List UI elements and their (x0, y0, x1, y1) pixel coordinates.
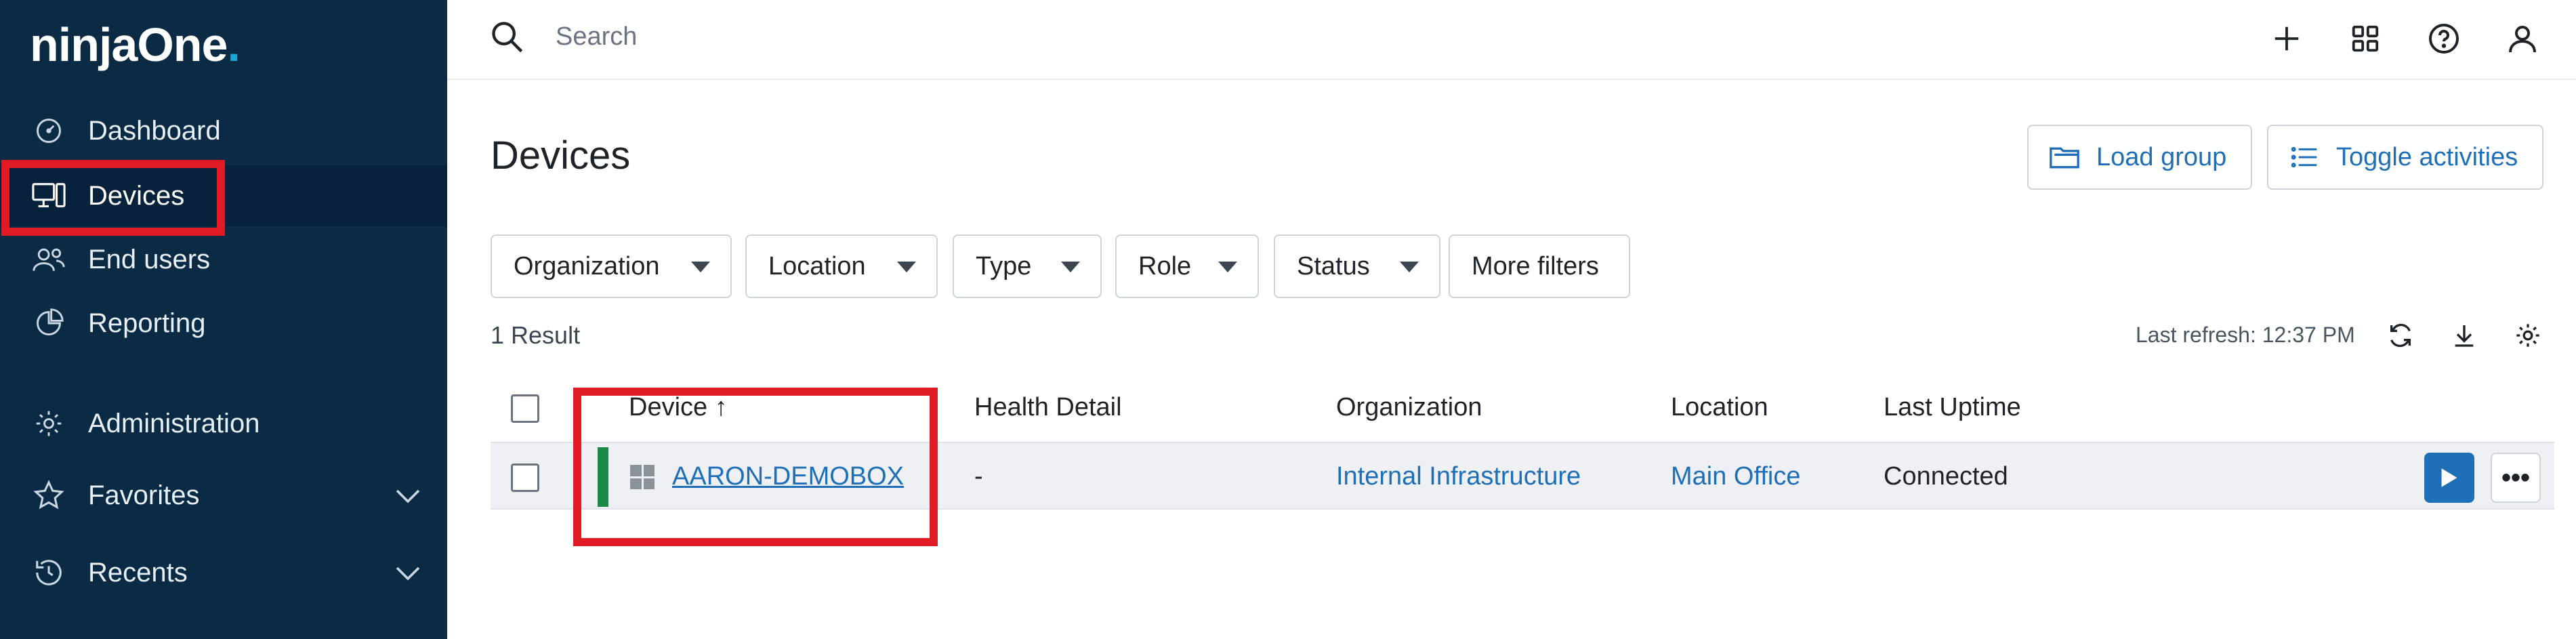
caret-down-icon (1061, 262, 1080, 272)
search-input[interactable] (556, 16, 1775, 57)
filter-label: Type (976, 251, 1032, 281)
select-all-checkbox[interactable] (511, 394, 539, 423)
page-title: Devices (491, 133, 631, 178)
sidebar: ninjaOne. Dashboard Devices End users Re… (0, 0, 447, 639)
last-uptime-cell: Connected (1884, 462, 2008, 491)
gear-icon (31, 406, 66, 441)
play-icon (2441, 468, 2457, 487)
sidebar-item-favorites[interactable]: Favorites (0, 465, 447, 526)
caret-down-icon (691, 262, 710, 272)
search-icon (489, 19, 524, 54)
sidebar-item-label: Recents (88, 557, 188, 588)
result-count: 1 Result (491, 321, 581, 349)
ellipsis-icon: ••• (2501, 462, 2530, 493)
apps-grid-icon[interactable] (2346, 19, 2385, 58)
dashboard-icon (31, 113, 66, 148)
plus-icon[interactable] (2267, 19, 2306, 58)
sidebar-item-administration[interactable]: Administration (0, 393, 447, 454)
filter-label: Status (1297, 251, 1370, 281)
health-detail-cell: - (974, 462, 983, 491)
sidebar-item-reporting[interactable]: Reporting (0, 293, 447, 354)
column-header-health-detail[interactable]: Health Detail (974, 393, 1122, 422)
more-options-button[interactable]: ••• (2491, 453, 2541, 503)
reporting-icon (31, 306, 66, 341)
highlight-box-devices (1, 160, 225, 236)
user-icon[interactable] (2503, 19, 2542, 58)
users-icon (31, 242, 66, 277)
run-action-button[interactable] (2424, 453, 2474, 503)
help-icon[interactable] (2424, 19, 2464, 58)
chevron-down-icon[interactable] (396, 558, 420, 588)
more-filters-button[interactable]: More filters (1449, 234, 1630, 298)
row-checkbox[interactable] (511, 463, 539, 492)
caret-down-icon (1218, 262, 1237, 272)
filter-type[interactable]: Type (953, 234, 1102, 298)
sidebar-item-label: Reporting (88, 308, 206, 338)
sidebar-item-label: Administration (88, 408, 260, 438)
column-header-organization[interactable]: Organization (1336, 393, 1482, 422)
chevron-down-icon[interactable] (396, 480, 420, 511)
load-group-label: Load group (2096, 142, 2227, 171)
ninjaone-logo[interactable]: ninjaOne. (30, 18, 241, 72)
filter-location[interactable]: Location (745, 234, 938, 298)
column-header-last-uptime[interactable]: Last Uptime (1884, 393, 2021, 422)
history-icon (31, 555, 66, 590)
sidebar-item-end-users[interactable]: End users (0, 229, 447, 290)
star-icon (31, 478, 66, 513)
highlight-box-device (573, 388, 938, 546)
folder-icon (2049, 142, 2080, 173)
refresh-icon[interactable] (2384, 318, 2417, 352)
caret-down-icon (897, 262, 916, 272)
top-bar (447, 0, 2576, 80)
caret-down-icon (1400, 262, 1419, 272)
last-refresh-text: Last refresh: 12:37 PM (2136, 323, 2355, 347)
sidebar-item-dashboard[interactable]: Dashboard (0, 100, 447, 161)
sidebar-item-label: End users (88, 244, 211, 274)
filter-label: Location (768, 251, 866, 281)
toggle-activities-label: Toggle activities (2336, 142, 2518, 171)
organization-link[interactable]: Internal Infrastructure (1336, 462, 1581, 491)
sidebar-item-label: Dashboard (88, 115, 221, 146)
column-header-location[interactable]: Location (1671, 393, 1768, 422)
settings-gear-icon[interactable] (2511, 318, 2545, 352)
more-filters-label: More filters (1472, 251, 1599, 281)
location-link[interactable]: Main Office (1671, 462, 1800, 491)
filter-label: Organization (514, 251, 660, 281)
filter-label: Role (1138, 251, 1192, 281)
download-icon[interactable] (2447, 318, 2481, 352)
list-icon (2289, 142, 2320, 173)
filter-organization[interactable]: Organization (491, 234, 732, 298)
sidebar-item-label: Favorites (88, 480, 200, 510)
load-group-button[interactable]: Load group (2027, 125, 2253, 190)
toggle-activities-button[interactable]: Toggle activities (2267, 125, 2544, 190)
filter-role[interactable]: Role (1115, 234, 1259, 298)
filter-status[interactable]: Status (1274, 234, 1440, 298)
sidebar-item-recents[interactable]: Recents (0, 542, 447, 603)
